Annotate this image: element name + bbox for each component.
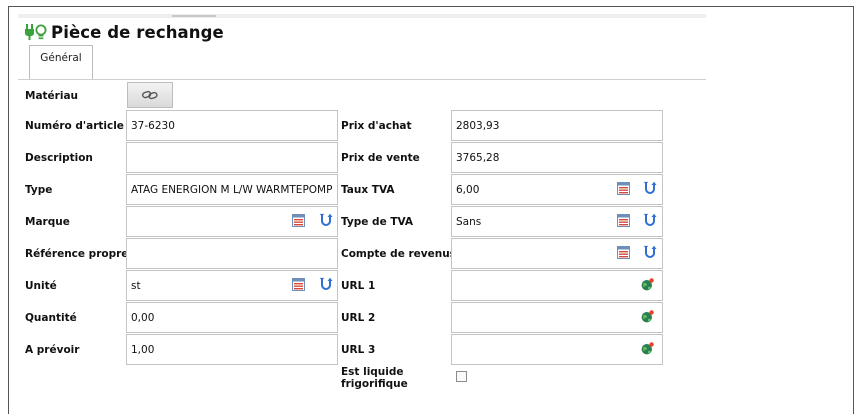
taux-tva-field[interactable]: 6,00 — [451, 174, 663, 205]
reference-propre-label: Référence propre — [25, 248, 129, 260]
type-tva-field[interactable]: Sans — [451, 206, 663, 237]
unite-value: st — [131, 279, 141, 292]
url3-label: URL 3 — [341, 344, 376, 356]
liquide-frigorifique-label-line1: Est liquide — [341, 366, 404, 378]
prix-vente-value: 3765,28 — [456, 151, 500, 164]
numero-article-label: Numéro d'article — [25, 120, 124, 132]
globe-icon[interactable] — [641, 342, 654, 355]
swap-icon[interactable] — [643, 213, 657, 227]
liquide-frigorifique-checkbox[interactable] — [456, 371, 467, 382]
page-title: Pièce de rechange — [25, 22, 224, 42]
type-tva-label: Type de TVA — [341, 216, 414, 228]
globe-icon[interactable] — [641, 310, 654, 323]
swap-icon[interactable] — [643, 181, 657, 195]
link-icon — [142, 90, 158, 100]
numero-article-field[interactable]: 37-6230 — [126, 110, 338, 141]
quantite-field[interactable]: 0,00 — [126, 302, 338, 333]
swap-icon[interactable] — [643, 245, 657, 259]
lightbulb-icon — [35, 24, 47, 39]
top-divider-mark — [172, 15, 216, 17]
url3-field[interactable] — [451, 334, 663, 365]
calendar-list-icon[interactable] — [292, 278, 305, 291]
compte-revenus-label: Compte de revenus — [341, 248, 456, 260]
tab-bar-line — [18, 79, 706, 80]
a-prevoir-field[interactable]: 1,00 — [126, 334, 338, 365]
a-prevoir-value: 1,00 — [131, 343, 155, 356]
tab-general[interactable]: Général — [29, 45, 93, 79]
type-field[interactable]: ATAG ENERGION M L/W WARMTEPOMP — [126, 174, 338, 205]
taux-tva-value: 6,00 — [456, 183, 480, 196]
liquide-frigorifique-label-line2: frigorifique — [341, 378, 408, 390]
materiau-label: Matériau — [25, 90, 79, 102]
url2-field[interactable] — [451, 302, 663, 333]
unite-label: Unité — [25, 280, 57, 292]
marque-field[interactable] — [126, 206, 338, 237]
globe-icon[interactable] — [641, 278, 654, 291]
calendar-list-icon[interactable] — [617, 246, 630, 259]
swap-icon[interactable] — [319, 277, 333, 291]
taux-tva-label: Taux TVA — [341, 184, 395, 196]
page-title-text: Pièce de rechange — [51, 22, 224, 42]
prix-vente-field[interactable]: 3765,28 — [451, 142, 663, 173]
marque-label: Marque — [25, 216, 70, 228]
quantite-value: 0,00 — [131, 311, 155, 324]
description-label: Description — [25, 152, 93, 164]
url1-field[interactable] — [451, 270, 663, 301]
url2-label: URL 2 — [341, 312, 376, 324]
type-tva-value: Sans — [456, 215, 482, 228]
prix-achat-value: 2803,93 — [456, 119, 500, 132]
quantite-label: Quantité — [25, 312, 77, 324]
numero-article-value: 37-6230 — [131, 119, 175, 132]
type-label: Type — [25, 184, 53, 196]
prix-achat-field[interactable]: 2803,93 — [451, 110, 663, 141]
liquide-frigorifique-label: Est liquide frigorifique — [341, 366, 408, 390]
url1-label: URL 1 — [341, 280, 376, 292]
calendar-list-icon[interactable] — [292, 214, 305, 227]
reference-propre-field[interactable] — [126, 238, 338, 269]
compte-revenus-field[interactable] — [451, 238, 663, 269]
calendar-list-icon[interactable] — [617, 182, 630, 195]
calendar-list-icon[interactable] — [617, 214, 630, 227]
plug-icon — [25, 24, 34, 40]
materiau-button[interactable] — [127, 82, 173, 108]
prix-achat-label: Prix d'achat — [341, 120, 412, 132]
top-divider — [18, 14, 706, 18]
type-value: ATAG ENERGION M L/W WARMTEPOMP — [131, 183, 333, 196]
description-field[interactable] — [126, 142, 338, 173]
swap-icon[interactable] — [319, 213, 333, 227]
prix-vente-label: Prix de vente — [341, 152, 420, 164]
a-prevoir-label: A prévoir — [25, 344, 80, 356]
tab-general-label: Général — [40, 52, 82, 64]
unite-field[interactable]: st — [126, 270, 338, 301]
